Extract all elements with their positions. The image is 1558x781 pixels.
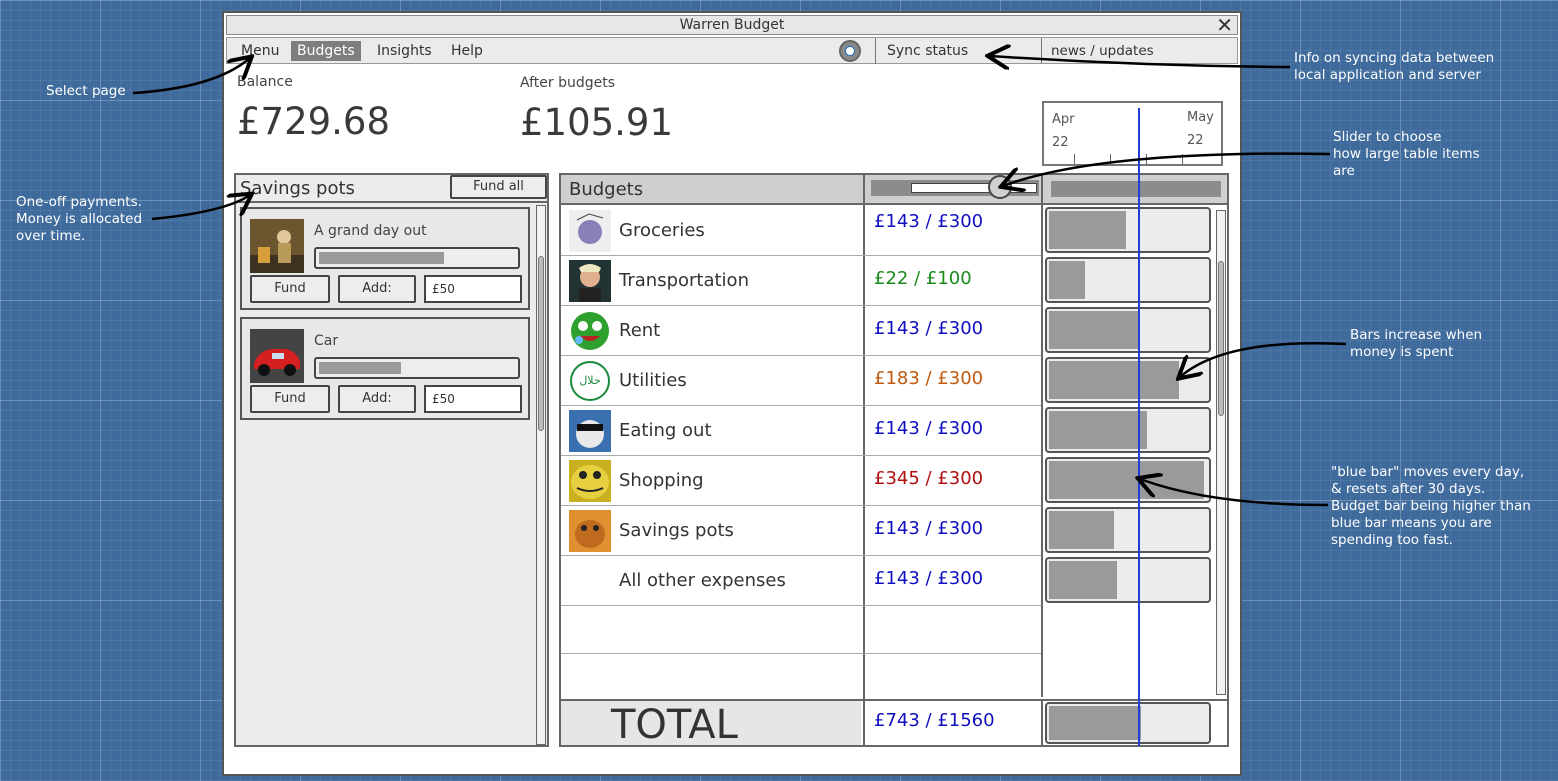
arrow-slider: [1003, 152, 1331, 186]
arrow-select-page: [132, 58, 250, 95]
arrow-sync-status: [990, 56, 1291, 67]
annotation-arrows: [132, 0, 1347, 507]
arrow-bars: [1180, 341, 1347, 377]
arrow-blue-bar: [1140, 479, 1329, 507]
arrow-savings-pots: [151, 195, 250, 221]
